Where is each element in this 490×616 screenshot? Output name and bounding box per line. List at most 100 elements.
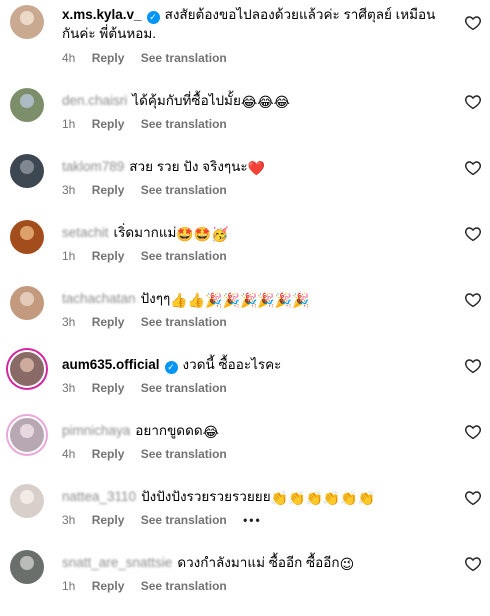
comment-item: x.ms.kyla.v_ ✓ สงสัยต้องขอไปลองด้วยแล้วค่ะ… (0, 5, 490, 71)
comment-item: snatt_are_snattsie ดวงกำลังมาแม่ ซื้ออีก … (0, 550, 490, 616)
reply-button[interactable]: Reply (92, 447, 125, 461)
avatar-face (20, 160, 34, 175)
comment-emoji: 👏👏👏👏👏👏 (270, 490, 376, 506)
comment-meta: 1h Reply See translation (62, 249, 240, 263)
comment-meta: 3h Reply See translation (62, 183, 240, 197)
comment-body: aum635.official ✓ งวดนี้ ซื้ออะไรคะ (62, 355, 450, 374)
comment-time: 1h (62, 579, 76, 593)
comment-username[interactable]: pimnichaya (62, 423, 130, 438)
comment-emoji: 😂😂😂 (240, 94, 290, 110)
comment-emoji: 😉 (339, 556, 355, 572)
see-translation-button[interactable]: See translation (141, 381, 227, 395)
avatar[interactable] (10, 88, 44, 122)
comment-username[interactable]: taklom789 (62, 159, 124, 174)
see-translation-button[interactable]: See translation (141, 315, 227, 329)
avatar-face (20, 94, 34, 109)
comment-meta: 3h Reply See translation (62, 381, 240, 395)
comment-body: setachit เริ่ดมากแม่🤩🤩🥳 (62, 223, 450, 242)
like-heart-icon[interactable] (464, 14, 482, 32)
comment-meta: 1h Reply See translation (62, 117, 240, 131)
comment-time: 3h (62, 381, 76, 395)
comment-body: snatt_are_snattsie ดวงกำลังมาแม่ ซื้ออีก … (62, 553, 450, 572)
comment-time: 4h (62, 51, 76, 65)
comment-emoji: 👍👍🎉🎉🎉🎉🎉🎉 (170, 292, 310, 308)
comment-body: pimnichaya อยากขูดดด😂 (62, 421, 450, 440)
comment-username[interactable]: nattea_3110 (62, 489, 136, 504)
comment-time: 1h (62, 249, 76, 263)
verified-badge-icon: ✓ (164, 361, 178, 374)
more-options-icon[interactable]: ••• (243, 513, 262, 527)
avatar[interactable] (10, 286, 44, 320)
comment-username[interactable]: x.ms.kyla.v_ (62, 7, 142, 22)
see-translation-button[interactable]: See translation (141, 447, 227, 461)
comment-text: เริ่ดมากแม่ (113, 225, 177, 240)
reply-button[interactable]: Reply (92, 183, 125, 197)
comment-text: ปังปังปังรวยรวยรวยยย (141, 489, 271, 504)
comment-username[interactable]: setachit (62, 225, 109, 240)
like-heart-icon[interactable] (464, 159, 482, 177)
see-translation-button[interactable]: See translation (141, 117, 227, 131)
avatar-face (20, 490, 34, 505)
avatar[interactable] (10, 220, 44, 254)
reply-button[interactable]: Reply (92, 249, 125, 263)
comment-item: nattea_3110 ปังปังปังรวยรวยรวยยย👏👏👏👏👏👏 3h… (0, 484, 490, 550)
comment-time: 3h (62, 183, 76, 197)
comment-username[interactable]: den.chaisri (62, 93, 127, 108)
comment-item: aum635.official ✓ งวดนี้ ซื้ออะไรคะ 3h Rep… (0, 350, 490, 418)
avatar[interactable] (10, 484, 44, 518)
comment-item: tachachatan ปังๆๆ👍👍🎉🎉🎉🎉🎉🎉 3h Reply See tr… (0, 286, 490, 352)
like-heart-icon[interactable] (464, 357, 482, 375)
see-translation-button[interactable]: See translation (141, 579, 227, 593)
comment-meta: 3h Reply See translation (62, 315, 240, 329)
like-heart-icon[interactable] (464, 291, 482, 309)
comment-body: taklom789 สวย รวย ปัง จริงๆนะ❤️ (62, 157, 450, 176)
avatar-face (20, 358, 34, 373)
avatar-face (20, 226, 34, 241)
comment-item: setachit เริ่ดมากแม่🤩🤩🥳 1h Reply See tran… (0, 220, 490, 286)
comment-time: 3h (62, 513, 76, 527)
comment-time: 1h (62, 117, 76, 131)
comment-username[interactable]: tachachatan (62, 291, 136, 306)
reply-button[interactable]: Reply (92, 513, 125, 527)
comment-username[interactable]: aum635.official (62, 357, 160, 372)
avatar[interactable] (10, 550, 44, 584)
comment-body: nattea_3110 ปังปังปังรวยรวยรวยยย👏👏👏👏👏👏 (62, 487, 450, 506)
comment-body: x.ms.kyla.v_ ✓ สงสัยต้องขอไปลองด้วยแล้วค่ะ… (62, 5, 450, 43)
comment-time: 4h (62, 447, 76, 461)
see-translation-button[interactable]: See translation (141, 249, 227, 263)
reply-button[interactable]: Reply (92, 579, 125, 593)
avatar[interactable] (8, 350, 46, 388)
reply-button[interactable]: Reply (92, 315, 125, 329)
comment-text: สวย รวย ปัง จริงๆนะ (129, 159, 248, 174)
reply-button[interactable]: Reply (92, 51, 125, 65)
comment-emoji: ❤️ (247, 160, 266, 176)
comment-meta: 1h Reply See translation (62, 579, 240, 593)
like-heart-icon[interactable] (464, 423, 482, 441)
reply-button[interactable]: Reply (92, 117, 125, 131)
comment-meta: 4h Reply See translation (62, 51, 240, 65)
verified-badge-icon: ✓ (146, 11, 160, 24)
comment-username[interactable]: snatt_are_snattsie (62, 555, 172, 570)
like-heart-icon[interactable] (464, 93, 482, 111)
see-translation-button[interactable]: See translation (141, 51, 227, 65)
like-heart-icon[interactable] (464, 489, 482, 507)
comment-text: ปังๆๆ (140, 291, 171, 306)
reply-button[interactable]: Reply (92, 381, 125, 395)
see-translation-button[interactable]: See translation (141, 183, 227, 197)
see-translation-button[interactable]: See translation (141, 513, 227, 527)
avatar-face (20, 11, 34, 26)
avatar[interactable] (10, 154, 44, 188)
comment-text: งวดนี้ ซื้ออะไรคะ (182, 357, 282, 372)
like-heart-icon[interactable] (464, 555, 482, 573)
comment-emoji: 😂 (202, 424, 219, 440)
comment-meta: 3h Reply See translation ••• (62, 513, 275, 527)
comment-time: 3h (62, 315, 76, 329)
comment-text: อยากขูดดด (135, 423, 203, 438)
avatar-face (20, 556, 34, 571)
comment-text: ดวงกำลังมาแม่ ซื้ออีก ซื้ออีก (177, 555, 340, 570)
like-heart-icon[interactable] (464, 225, 482, 243)
avatar[interactable] (8, 416, 46, 454)
comment-item: den.chaisri ได้คุ้มกับที่ซื้อไปมั้ย😂😂😂 1h… (0, 88, 490, 154)
avatar-face (20, 292, 34, 307)
avatar[interactable] (10, 5, 44, 39)
